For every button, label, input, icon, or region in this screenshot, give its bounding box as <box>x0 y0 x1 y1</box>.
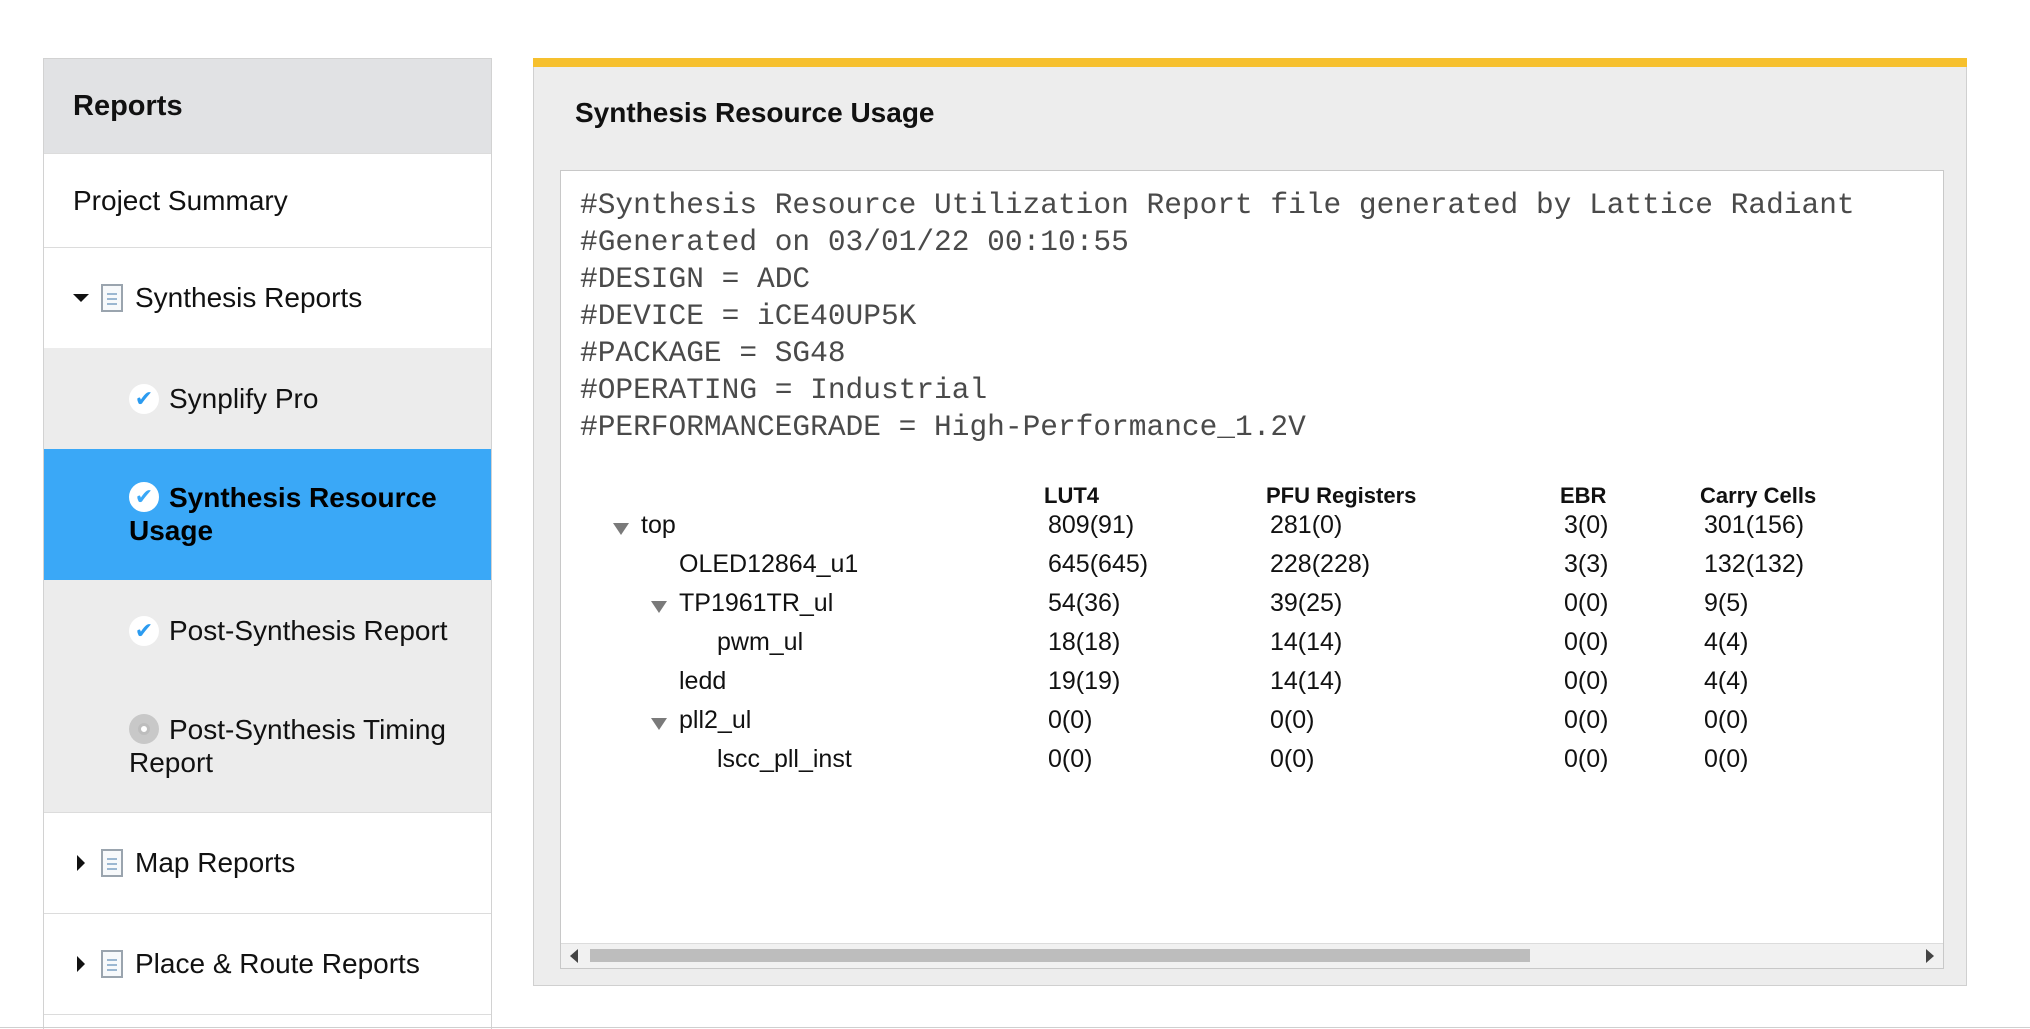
report-header-text: #Synthesis Resource Utilization Report f… <box>580 188 1855 444</box>
document-icon <box>101 849 123 877</box>
collapse-caret-icon[interactable] <box>77 855 85 871</box>
table-row[interactable]: ledd 19(19) 14(14) 0(0) 4(4) <box>561 667 1943 706</box>
carry-value: 0(0) <box>1704 745 1749 773</box>
collapse-triangle-icon[interactable] <box>613 523 629 535</box>
pfu-value: 39(25) <box>1270 589 1343 617</box>
sidebar-group-place-route-reports[interactable]: Place & Route Reports <box>44 913 491 1014</box>
scrollbar-thumb[interactable] <box>590 949 1530 962</box>
pfu-value: 281(0) <box>1270 511 1343 539</box>
column-header-ebr: EBR <box>1560 483 1607 508</box>
module-name: top <box>641 511 676 539</box>
carry-value: 9(5) <box>1704 589 1749 617</box>
sidebar-item-post-synthesis-report[interactable]: ✔ Post-Synthesis Report <box>44 580 491 681</box>
lut4-value: 0(0) <box>1048 745 1093 773</box>
module-name: ledd <box>679 667 727 695</box>
lut4-value: 809(91) <box>1048 511 1135 539</box>
ebr-value: 0(0) <box>1564 667 1609 695</box>
module-name: pwm_ul <box>717 628 804 656</box>
lut4-value: 18(18) <box>1048 628 1121 656</box>
report-panel: Synthesis Resource Usage #Synthesis Reso… <box>533 58 1967 986</box>
sidebar-item-label: Post-Synthesis Timing Report <box>129 714 446 778</box>
sidebar-group-map-reports[interactable]: Map Reports <box>44 812 491 913</box>
document-icon <box>101 950 123 978</box>
horizontal-scrollbar[interactable] <box>561 943 1943 968</box>
sidebar-item-post-synthesis-timing-report[interactable]: Post-Synthesis Timing Report <box>44 681 491 812</box>
window-bottom-divider <box>0 1027 2030 1028</box>
collapse-caret-icon[interactable] <box>77 956 85 972</box>
scroll-right-arrow-icon[interactable] <box>1926 949 1934 963</box>
sidebar-group-label: Map Reports <box>135 847 296 878</box>
checkmark-icon: ✔ <box>129 615 159 646</box>
ebr-value: 0(0) <box>1564 628 1609 656</box>
table-row[interactable]: top 809(91) 281(0) 3(0) 301(156) <box>561 511 1943 550</box>
carry-value: 301(156) <box>1704 511 1805 539</box>
scroll-left-arrow-icon[interactable] <box>570 949 578 963</box>
lut4-value: 19(19) <box>1048 667 1121 695</box>
document-icon <box>101 284 123 312</box>
pfu-value: 0(0) <box>1270 745 1315 773</box>
ebr-value: 3(0) <box>1564 511 1609 539</box>
sidebar-group-label: Place & Route Reports <box>135 948 420 979</box>
lut4-value: 0(0) <box>1048 706 1093 734</box>
sidebar-heading: Reports <box>44 59 491 153</box>
collapse-triangle-icon[interactable] <box>651 718 667 730</box>
report-viewer[interactable]: #Synthesis Resource Utilization Report f… <box>560 170 1944 969</box>
pfu-value: 14(14) <box>1270 628 1343 656</box>
carry-value: 0(0) <box>1704 706 1749 734</box>
lut4-value: 54(36) <box>1048 589 1121 617</box>
checkmark-icon: ✔ <box>129 481 159 512</box>
table-row[interactable]: pll2_ul 0(0) 0(0) 0(0) 0(0) <box>561 706 1943 745</box>
column-header-pfu-registers: PFU Registers <box>1266 483 1417 508</box>
table-row[interactable]: lscc_pll_inst 0(0) 0(0) 0(0) 0(0) <box>561 745 1943 784</box>
lut4-value: 645(645) <box>1048 550 1149 578</box>
sidebar-item-label: Project Summary <box>73 184 288 216</box>
module-name: lscc_pll_inst <box>717 745 852 773</box>
expand-caret-icon[interactable] <box>73 294 89 302</box>
carry-value: 4(4) <box>1704 667 1749 695</box>
collapse-triangle-icon[interactable] <box>651 601 667 613</box>
sidebar-group-label: Synthesis Reports <box>135 282 363 313</box>
sidebar-item-label: Synplify Pro <box>169 382 319 414</box>
pfu-value: 14(14) <box>1270 667 1343 695</box>
sidebar-item-label: Post-Synthesis Report <box>169 614 448 646</box>
table-row[interactable]: TP1961TR_ul 54(36) 39(25) 0(0) 9(5) <box>561 589 1943 628</box>
table-row[interactable]: OLED12864_u1 645(645) 228(228) 3(3) 132(… <box>561 550 1943 589</box>
ebr-value: 0(0) <box>1564 589 1609 617</box>
module-name: TP1961TR_ul <box>679 589 834 617</box>
module-name: OLED12864_u1 <box>679 550 859 578</box>
sidebar-group-synthesis-reports[interactable]: Synthesis Reports <box>44 247 491 348</box>
sidebar-item-project-summary[interactable]: Project Summary <box>44 153 491 247</box>
sidebar-item-synthesis-resource-usage[interactable]: ✔ Synthesis Resource Usage <box>44 449 491 580</box>
pfu-value: 0(0) <box>1270 706 1315 734</box>
pfu-value: 228(228) <box>1270 550 1371 578</box>
ebr-value: 3(3) <box>1564 550 1609 578</box>
sidebar-item-synplify-pro[interactable]: ✔ Synplify Pro <box>44 348 491 449</box>
carry-value: 4(4) <box>1704 628 1749 656</box>
ebr-value: 0(0) <box>1564 745 1609 773</box>
panel-accent-bar <box>533 58 1967 67</box>
page-title: Synthesis Resource Usage <box>575 97 935 128</box>
column-header-lut4: LUT4 <box>1044 483 1099 508</box>
checkmark-icon: ✔ <box>129 383 159 414</box>
pending-status-icon <box>129 713 159 744</box>
reports-sidebar: Reports Project Summary Synthesis Report… <box>43 58 492 1029</box>
sidebar-item-label: Synthesis Resource Usage <box>129 482 437 546</box>
carry-value: 132(132) <box>1704 550 1805 578</box>
column-header-carry-cells: Carry Cells <box>1700 483 1817 508</box>
table-row[interactable]: pwm_ul 18(18) 14(14) 0(0) 4(4) <box>561 628 1943 667</box>
ebr-value: 0(0) <box>1564 706 1609 734</box>
module-name: pll2_ul <box>679 706 752 734</box>
